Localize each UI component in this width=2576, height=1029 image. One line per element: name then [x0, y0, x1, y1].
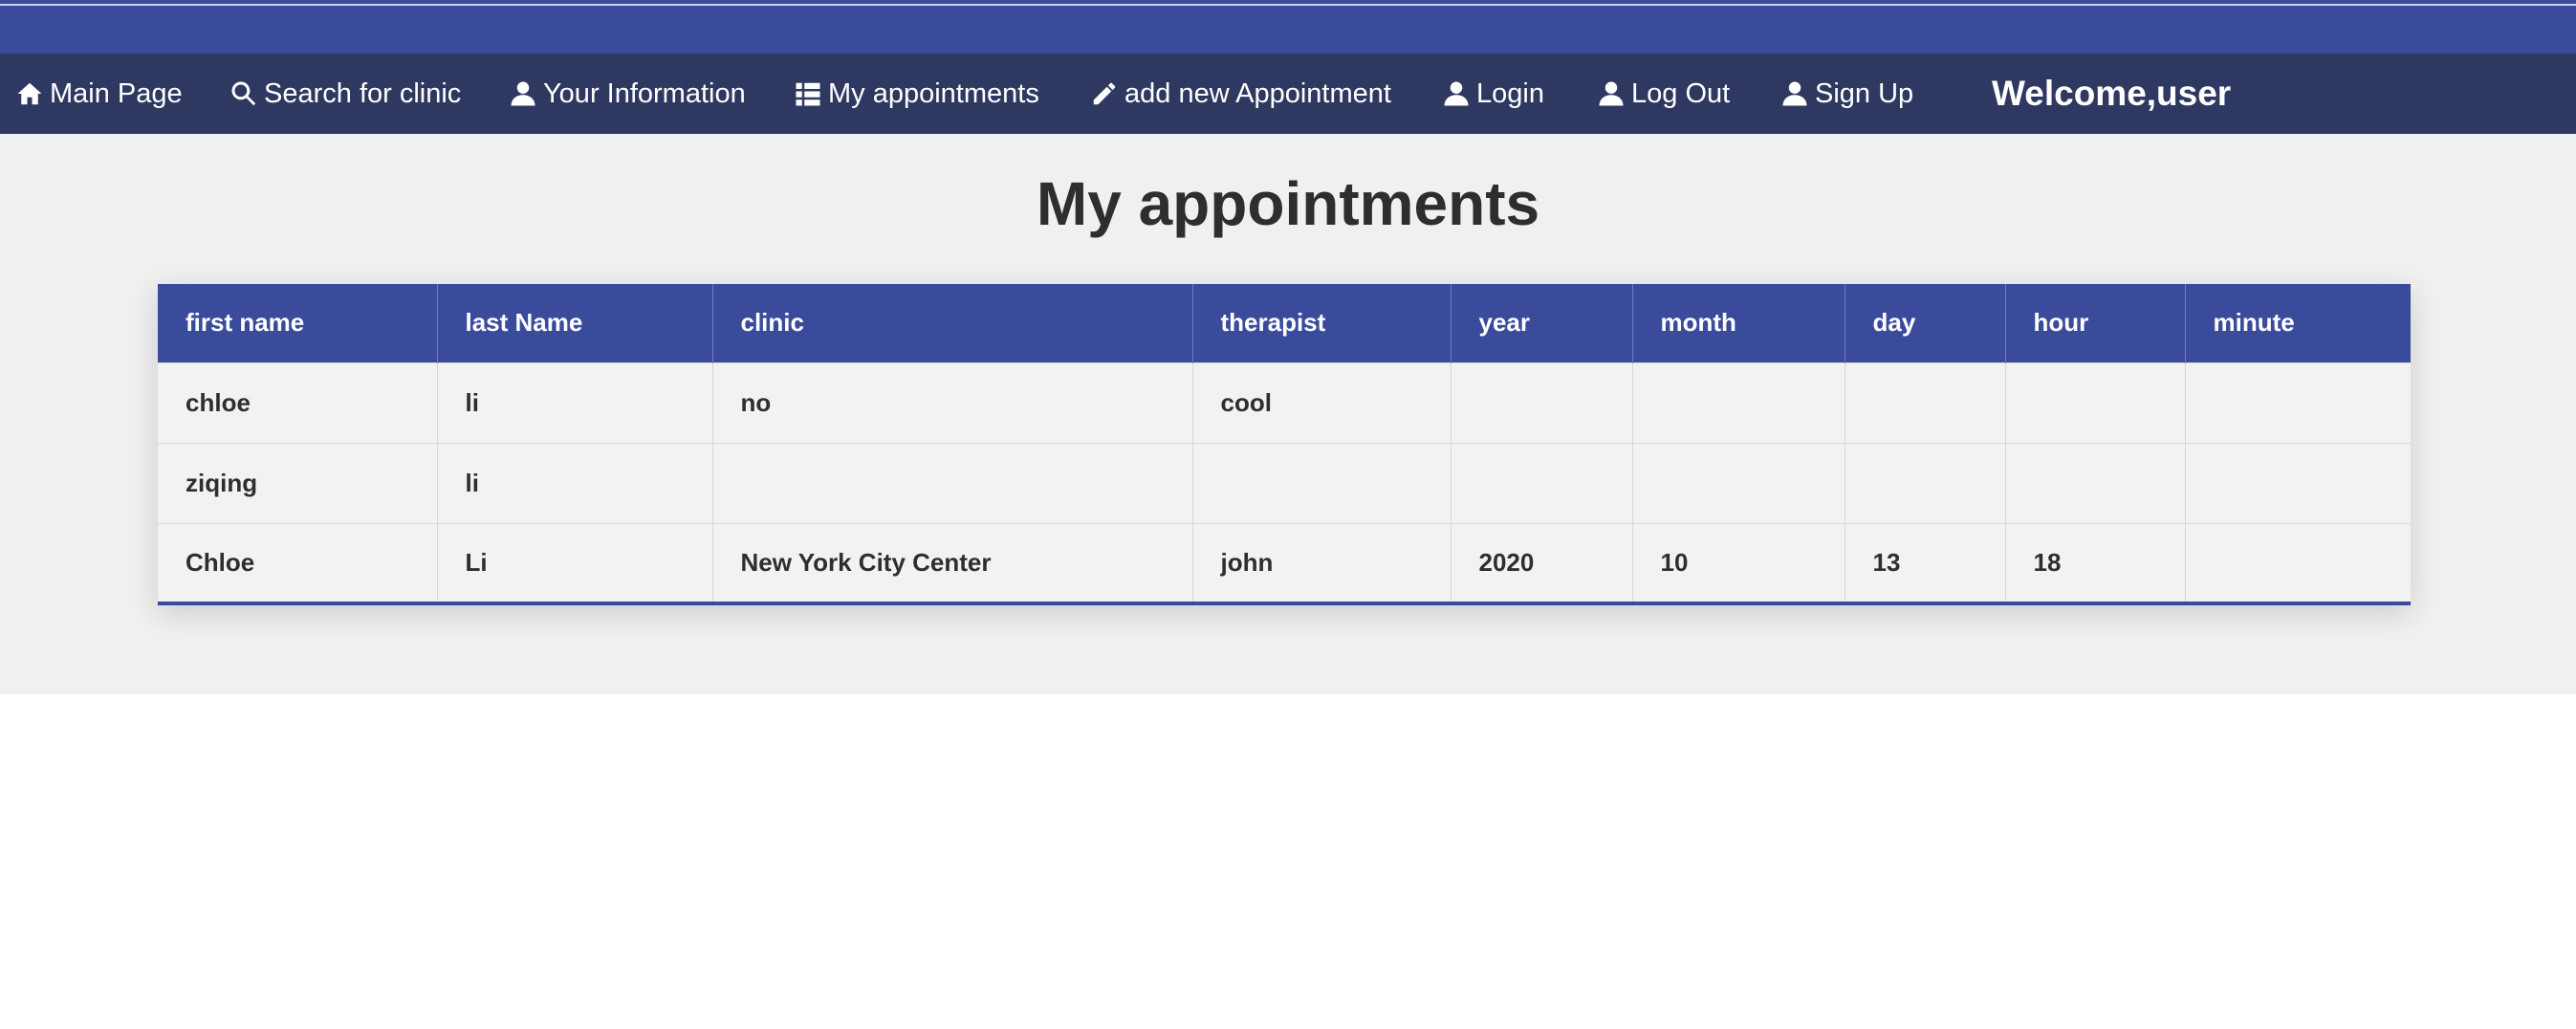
header-clinic: clinic [712, 284, 1193, 362]
cell-therapist: cool [1192, 361, 1452, 443]
cell-therapist: john [1192, 522, 1452, 605]
pencil-icon [1093, 82, 1116, 105]
table-header-row: first name last Name clinic therapist ye… [158, 284, 2411, 362]
cell-day [1845, 361, 2006, 443]
nav-login-label: Login [1476, 77, 1544, 109]
table-row: chloe li no cool [158, 361, 2411, 443]
nav-log-out[interactable]: Log Out [1597, 54, 1730, 134]
header-day: day [1845, 284, 2006, 362]
cell-hour [2005, 442, 2186, 523]
user-icon [1444, 81, 1469, 106]
appointments-table: first name last Name clinic therapist ye… [158, 284, 2411, 605]
nav-main-page[interactable]: Main Page [15, 54, 183, 134]
nav-sign-up[interactable]: Sign Up [1780, 54, 1913, 134]
search-icon [231, 81, 256, 106]
cell-day: 13 [1845, 522, 2006, 605]
nav-add-appointment[interactable]: add new Appointment [1090, 54, 1391, 134]
cell-month [1632, 361, 1845, 443]
cell-year [1451, 442, 1633, 523]
main-content: My appointments first name last Name cli… [0, 134, 2576, 694]
welcome-text: Welcome,user [1992, 74, 2232, 113]
page-title: My appointments [1036, 169, 1540, 238]
cell-clinic [712, 442, 1193, 523]
cell-year: 2020 [1451, 522, 1633, 605]
cell-last-name: Li [437, 522, 713, 605]
nav-main-page-label: Main Page [50, 77, 183, 109]
user-icon [1599, 81, 1624, 106]
cell-first-name: Chloe [158, 522, 438, 605]
nav-search-clinic-label: Search for clinic [264, 77, 462, 109]
cell-last-name: li [437, 361, 713, 443]
cell-therapist [1192, 442, 1452, 523]
nav-sign-up-label: Sign Up [1815, 77, 1914, 109]
nav-my-appointments-label: My appointments [828, 77, 1039, 109]
cell-last-name: li [437, 442, 713, 523]
header-month: month [1632, 284, 1845, 362]
nav-your-information-label: Your Information [543, 77, 746, 109]
header-minute: minute [2185, 284, 2411, 362]
nav-add-appointment-label: add new Appointment [1124, 77, 1391, 109]
nav-login[interactable]: Login [1442, 54, 1544, 134]
nav-log-out-label: Log Out [1631, 77, 1731, 109]
user-icon [511, 81, 535, 106]
home-icon [17, 82, 42, 105]
nav-search-clinic[interactable]: Search for clinic [229, 54, 461, 134]
header-year: year [1451, 284, 1633, 362]
cell-month [1632, 442, 1845, 523]
header-first-name: first name [158, 284, 438, 362]
navbar: Main Page Search for clinic Your Informa… [0, 54, 2576, 134]
header-therapist: therapist [1192, 284, 1452, 362]
cell-month: 10 [1632, 522, 1845, 605]
cell-minute [2185, 361, 2411, 443]
table-row: ziqing li [158, 442, 2411, 523]
cell-clinic: New York City Center [712, 522, 1193, 605]
cell-day [1845, 442, 2006, 523]
top-band [0, 0, 2576, 54]
nav-my-appointments[interactable]: My appointments [794, 54, 1039, 134]
header-hour: hour [2005, 284, 2186, 362]
cell-hour: 18 [2005, 522, 2186, 605]
cell-first-name: chloe [158, 361, 438, 443]
cell-hour [2005, 361, 2186, 443]
table-row: Chloe Li New York City Center john 2020 … [158, 522, 2411, 605]
cell-year [1451, 361, 1633, 443]
cell-clinic: no [712, 361, 1193, 443]
cell-first-name: ziqing [158, 442, 438, 523]
cell-minute [2185, 522, 2411, 605]
header-last-name: last Name [437, 284, 713, 362]
nav-your-information[interactable]: Your Information [509, 54, 746, 134]
list-icon [796, 82, 820, 106]
user-icon [1782, 81, 1807, 106]
appointments-table-card: first name last Name clinic therapist ye… [158, 284, 2411, 605]
top-hairline [0, 4, 2576, 6]
cell-minute [2185, 442, 2411, 523]
